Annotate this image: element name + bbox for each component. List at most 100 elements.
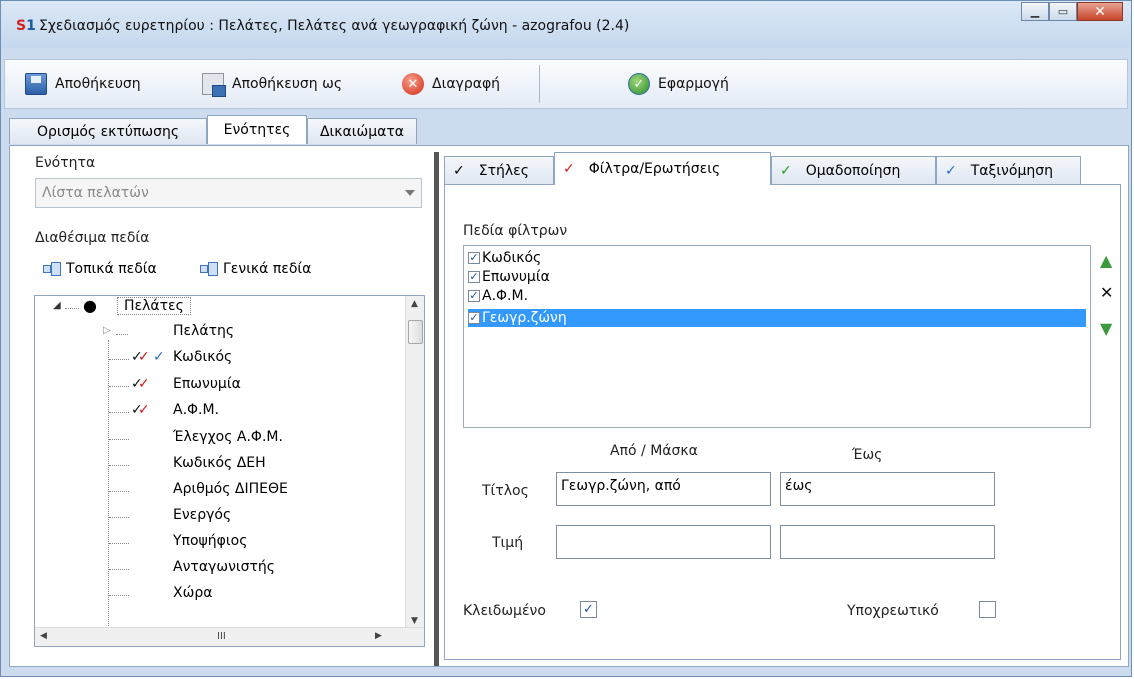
tree-item[interactable]: Αριθμός ΔΙΠΕΘΕ [173,481,288,497]
filter-fields-label: Πεδία φίλτρων [463,223,568,239]
tab-sorting[interactable]: ✓ Ταξινόμηση [936,156,1081,184]
check-red-icon: ✓ [138,402,150,418]
tab-permissions[interactable]: Δικαιώματα [307,118,417,144]
tree-line [109,491,129,492]
value-to-input[interactable] [780,525,995,559]
tree-line [109,412,129,413]
tree-item[interactable]: Κωδικός [173,349,232,365]
tree-line [65,308,79,309]
down-arrow-icon[interactable]: ▼ [1100,319,1112,338]
section-select[interactable]: Λίστα πελατών [35,178,422,208]
tree-line [109,439,129,440]
scroll-right-icon[interactable]: ▶ [375,631,382,641]
tree-item[interactable]: Επωνυμία [173,376,241,392]
title-bar[interactable]: S1 Σχεδιασμός ευρετηρίου : Πελάτες, Πελά… [1,1,1131,48]
list-item[interactable]: ✓ Επωνυμία [468,268,550,286]
to-label: Έως [852,447,883,463]
tree-item[interactable]: Χώρα [173,585,212,601]
tab-grouping[interactable]: ✓ Ομαδοποίηση [771,156,936,184]
local-fields-label: Τοπικά πεδία [66,261,157,277]
expand-icon[interactable]: ▷ [103,325,111,336]
available-fields-label: Διαθέσιμα πεδία [35,230,150,246]
tab-print-definition[interactable]: Ορισμός εκτύπωσης [9,118,207,144]
remove-icon[interactable]: ✕ [1100,283,1113,302]
apply-button[interactable]: ✓ Εφαρμογή [628,69,729,99]
general-fields-button[interactable]: Γενικά πεδία [200,261,311,277]
scroll-down-icon[interactable]: ▼ [411,616,418,626]
tree-line [108,340,109,634]
up-arrow-icon[interactable]: ▲ [1100,251,1112,270]
tree-item[interactable]: Έλεγχος Α.Φ.Μ. [173,429,283,445]
save-as-button[interactable]: Αποθήκευση ως [202,69,342,99]
title-to-input[interactable]: έως [780,472,995,506]
window-title: Σχεδιασμός ευρετηρίου : Πελάτες, Πελάτες… [39,18,630,34]
locked-label: Κλειδωμένο [463,603,546,619]
general-fields-label: Γενικά πεδία [223,261,312,277]
list-item-selected[interactable]: ✓ Γεωγρ.ζώνη [468,309,1086,327]
check-icon: ✓ [453,162,465,179]
collapse-icon[interactable]: ◢ [53,300,61,311]
save-button[interactable]: Αποθήκευση [25,69,141,99]
main-window: S1 Σχεδιασμός ευρετηρίου : Πελάτες, Πελά… [0,0,1132,677]
check-red-icon: ✓ [138,376,150,392]
minimize-button[interactable]: ▁ [1021,2,1049,21]
list-item[interactable]: ✓ Α.Φ.Μ. [468,287,528,305]
tab-sections[interactable]: Ενότητες [207,115,307,144]
tree-group-node[interactable]: Πελάτης [173,323,234,339]
maximize-button[interactable]: ▭ [1049,2,1077,21]
checkbox[interactable]: ✓ [468,290,480,302]
fields-tree[interactable]: ◢ ● Πελάτες ▷ Πελάτης ✓ ✓ ✓ Κωδικός Επων… [34,295,425,647]
tree-line [109,569,129,570]
from-mask-label: Από / Μάσκα [610,443,698,459]
toolbar: Αποθήκευση Αποθήκευση ως ✕ Διαγραφή ✓ Εφ… [4,59,1128,109]
tab-label: Ομαδοποίηση [805,162,901,179]
close-icon: ✕ [1094,3,1106,20]
checkbox[interactable]: ✓ [468,252,480,264]
delete-label: Διαγραφή [432,76,501,92]
tree-item[interactable]: Υποψήφιος [173,533,247,549]
title-label: Τίτλος [482,483,529,499]
checkbox[interactable]: ✓ [468,271,480,283]
tab-filters-questions[interactable]: ✓ Φίλτρα/Ερωτήσεις [554,152,771,185]
tree-item[interactable]: Κωδικός ΔΕΗ [173,455,266,471]
delete-icon: ✕ [402,73,424,95]
tab-label: Στήλες [478,162,529,179]
filter-fields-list[interactable]: ✓ Κωδικός ✓ Επωνυμία ✓ Α.Φ.Μ. ✓ Γεωγρ.ζώ… [463,245,1091,428]
apply-label: Εφαρμογή [658,76,729,92]
minimize-icon: ▁ [1030,5,1040,18]
required-label: Υποχρεωτικό [847,603,939,619]
panel-splitter[interactable] [434,152,439,666]
tab-label: Ταξινόμηση [970,162,1053,179]
tree-root-node[interactable]: Πελάτες [117,297,191,315]
value-label: Τιμή [492,535,524,551]
tree-horizontal-scrollbar[interactable]: ◀ III ▶ [35,627,424,646]
list-item-label: Κωδικός [482,250,542,266]
list-item[interactable]: ✓ Κωδικός [468,249,541,267]
scroll-grip-icon[interactable]: III [217,631,226,642]
local-fields-button[interactable]: Τοπικά πεδία [43,261,157,277]
check-icon: ✓ [780,162,792,179]
scroll-thumb[interactable] [408,320,423,344]
tree-item[interactable]: Ενεργός [173,507,231,523]
tree-line [109,465,129,466]
list-item-label: Α.Φ.Μ. [482,288,529,304]
value-from-input[interactable] [556,525,771,559]
locked-checkbox[interactable]: ✓ [580,601,597,618]
tab-columns[interactable]: ✓ Στήλες [444,156,554,184]
tree-vertical-scrollbar[interactable]: ▲ ▼ [405,296,424,628]
checkbox[interactable]: ✓ [468,312,480,324]
title-from-input[interactable]: Γεωγρ.ζώνη, από [556,472,771,506]
required-checkbox[interactable] [979,601,996,618]
toolbar-separator [539,65,540,103]
scroll-left-icon[interactable]: ◀ [40,631,47,641]
tree-item[interactable]: Α.Φ.Μ. [173,402,219,418]
field-tree-icon [43,262,61,276]
delete-button[interactable]: ✕ Διαγραφή [402,69,500,99]
field-tree-icon [200,262,218,276]
save-as-icon [202,73,226,97]
scroll-up-icon[interactable]: ▲ [411,299,418,309]
close-button[interactable]: ✕ [1077,2,1123,21]
tree-item[interactable]: Ανταγωνιστής [173,559,275,575]
tree-line [109,543,129,544]
check-blue-icon: ✓ [153,349,165,365]
